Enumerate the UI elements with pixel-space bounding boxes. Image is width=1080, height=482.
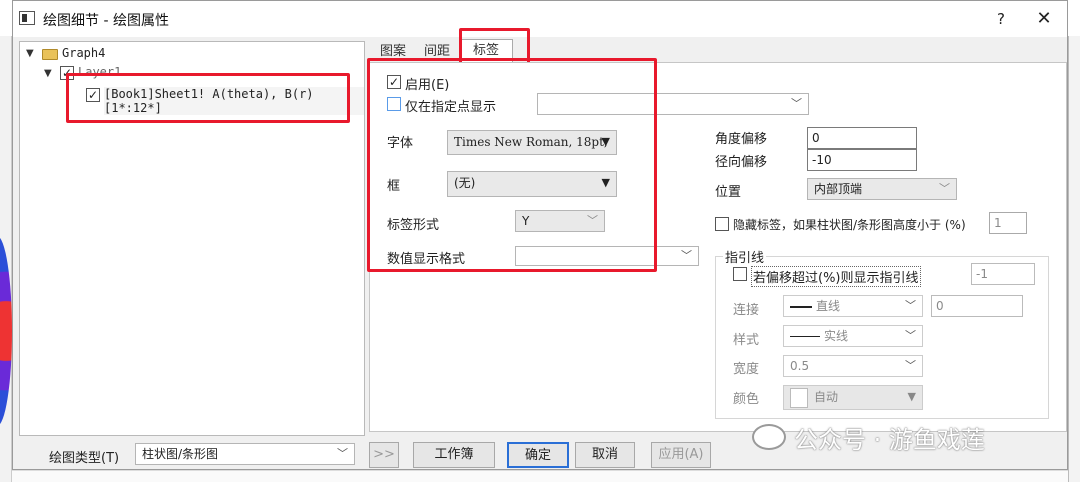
plot-type-dropdown[interactable]: 柱状图/条形图 ﹀ [135,443,355,465]
chevron-down-icon: ﹀ [337,447,348,460]
style-dropdown[interactable]: 实线 ﹀ [783,325,923,347]
position-value: 内部顶端 [814,182,863,196]
wechat-icon [752,424,786,450]
chevron-down-icon: ﹀ [791,97,802,110]
connect-label: 连接 [733,303,760,318]
leader-show-checkbox[interactable] [733,267,747,281]
leader-show-text[interactable]: 若偏移超过(%)则显示指引线 [751,266,921,287]
color-value: 自动 [814,390,839,404]
watermark-text: 公众号 · 游鱼戏莲 [794,426,985,454]
highlight-box-plot [66,73,350,123]
folder-icon [42,49,58,60]
color-swatch [790,387,808,408]
caret-down-icon: ▼ [907,390,916,403]
angle-offset-input[interactable]: 0 [807,127,917,149]
background-app-bottom-strip [12,470,1068,482]
angle-offset-label: 角度偏移 [715,132,768,147]
hide-label-checkbox[interactable] [715,217,729,231]
collapse-layer-icon[interactable]: ▼ [44,68,52,79]
collapse-graph-icon[interactable]: ▼ [26,48,34,59]
line-style-icon [790,336,820,337]
connect-value: 直线 [816,299,841,313]
width-dropdown[interactable]: 0.5 ﹀ [783,355,923,377]
style-value: 实线 [824,329,849,343]
line-sample-icon [790,305,812,308]
leader-threshold-input[interactable]: -1 [971,263,1035,285]
style-label: 样式 [733,333,760,348]
background-chart-fragment [0,236,12,426]
title-bar[interactable]: 绘图细节 - 绘图属性 ? ✕ [13,1,1067,37]
color-dropdown[interactable]: 自动 ▼ [783,385,923,410]
expand-button[interactable]: >> [369,442,399,468]
hide-label-text[interactable]: 隐藏标签，如果柱状图/条形图高度小于 (%) [733,216,966,233]
chevron-down-icon: ﹀ [905,299,916,312]
plot-details-dialog: 绘图细节 - 绘图属性 ? ✕ ▼ Graph4 ▼ ✓ Layer1 ✓ [B… [12,0,1068,470]
color-label: 颜色 [733,392,760,407]
chevron-down-icon: ﹀ [905,329,916,342]
ok-button[interactable]: 确定 [507,442,569,468]
hide-label-threshold-input[interactable]: 1 [989,212,1027,234]
position-dropdown[interactable]: 内部顶端 ﹀ [807,178,957,200]
cancel-button[interactable]: 取消 [575,442,635,468]
apply-button[interactable]: 应用(A) [651,442,711,468]
radial-offset-input[interactable]: -10 [807,149,917,171]
close-button[interactable]: ✕ [1031,7,1057,31]
window-icon [19,11,35,25]
leader-group-title: 指引线 [723,247,767,266]
connect-dropdown[interactable]: 直线 ﹀ [783,295,923,317]
chevron-down-icon: ﹀ [681,249,692,262]
plot-type-value: 柱状图/条形图 [142,447,219,461]
background-app-right-strip [1068,36,1080,482]
width-label: 宽度 [733,362,760,377]
workbook-button[interactable]: 工作簿 [413,442,495,468]
width-value: 0.5 [790,359,810,373]
highlight-box-label-settings [367,58,657,272]
position-label: 位置 [715,185,742,200]
plot-type-label: 绘图类型(T) [49,451,120,466]
chevron-down-icon: ﹀ [939,182,950,195]
help-button[interactable]: ? [989,8,1013,30]
connect-number-input[interactable]: 0 [931,295,1023,317]
background-app-left-strip [0,36,12,482]
radial-offset-label: 径向偏移 [715,155,768,170]
tree-item-graph[interactable]: Graph4 [62,46,105,60]
window-title: 绘图细节 - 绘图属性 [43,13,169,29]
chevron-down-icon: ﹀ [905,359,916,372]
